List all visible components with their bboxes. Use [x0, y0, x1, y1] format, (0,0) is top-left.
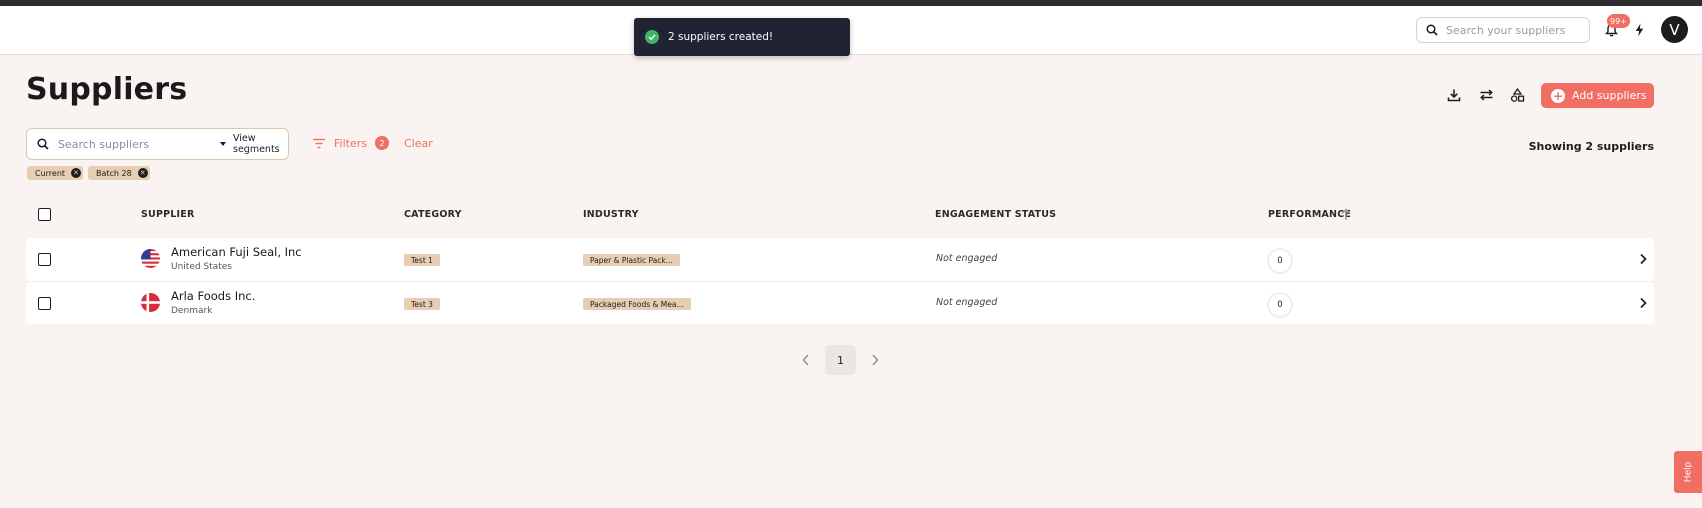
filters-button[interactable]: Filters 2	[312, 136, 389, 150]
column-header-supplier[interactable]: SUPPLIER	[141, 209, 194, 220]
category-tag: Test 3	[404, 298, 440, 310]
check-circle-icon	[645, 30, 659, 44]
us-flag-icon	[141, 249, 160, 268]
industry-tag: Packaged Foods & Mea...	[583, 298, 691, 310]
row-checkbox[interactable]	[38, 297, 51, 310]
previous-page-icon[interactable]	[798, 352, 814, 368]
lightning-icon	[1635, 23, 1643, 37]
next-page-icon[interactable]	[867, 352, 883, 368]
global-search[interactable]	[1416, 17, 1590, 43]
engagement-status: Not engaged	[936, 253, 998, 264]
swap-arrows-icon	[1479, 89, 1493, 101]
add-suppliers-label: Add suppliers	[1572, 89, 1647, 102]
performance-score: 0	[1267, 292, 1293, 318]
results-count: Showing 2 suppliers	[1528, 140, 1654, 153]
plus-circle-icon: +	[1551, 88, 1565, 103]
chevron-right-icon[interactable]	[1637, 297, 1649, 309]
select-all-checkbox[interactable]	[38, 208, 51, 221]
chip-label: Current	[35, 168, 66, 178]
close-icon[interactable]: ✕	[137, 168, 148, 178]
filter-chip-current: Current ✕	[27, 166, 84, 180]
filter-chip-batch: Batch 28 ✕	[88, 166, 150, 180]
supplier-name[interactable]: Arla Foods Inc.	[171, 289, 255, 303]
filters-count-badge: 2	[374, 136, 389, 150]
row-checkbox[interactable]	[38, 253, 51, 266]
download-icon	[1447, 89, 1461, 102]
table-row[interactable]: Arla Foods Inc. Denmark Test 3 Packaged …	[26, 281, 1654, 324]
filters-label: Filters	[334, 136, 367, 150]
column-header-engagement-status[interactable]: ENGAGEMENT STATUS	[935, 209, 1056, 220]
supplier-name[interactable]: American Fuji Seal, Inc	[171, 245, 302, 259]
supplier-search-box[interactable]: View segments	[26, 128, 289, 160]
filter-icon	[313, 138, 325, 148]
toast-message: 2 suppliers created!	[668, 31, 774, 43]
category-tag: Test 1	[404, 254, 440, 266]
global-search-input[interactable]	[1446, 23, 1586, 37]
search-icon	[1426, 24, 1438, 36]
supplier-country: United States	[171, 262, 232, 272]
column-header-industry[interactable]: INDUSTRY	[583, 209, 639, 220]
column-header-performance[interactable]: PERFORMANCE	[1268, 209, 1351, 220]
page-number-button[interactable]: 1	[825, 345, 856, 375]
search-icon	[37, 138, 49, 150]
performance-score: 0	[1267, 248, 1293, 274]
chevron-right-icon[interactable]	[1637, 253, 1649, 265]
supplier-country: Denmark	[171, 306, 213, 316]
shapes-button[interactable]	[1506, 84, 1528, 106]
success-toast: 2 suppliers created!	[634, 18, 850, 56]
column-header-category[interactable]: CATEGORY	[404, 209, 462, 220]
swap-button[interactable]	[1475, 84, 1497, 106]
help-label: Help	[1683, 461, 1693, 483]
chip-label: Batch 28	[96, 168, 132, 178]
add-suppliers-button[interactable]: + Add suppliers	[1541, 83, 1654, 108]
shapes-icon	[1510, 87, 1524, 102]
download-button[interactable]	[1443, 84, 1465, 106]
table-row[interactable]: American Fuji Seal, Inc United States Te…	[26, 238, 1654, 281]
help-tab[interactable]: Help	[1674, 451, 1702, 493]
clear-filters-link[interactable]: Clear	[404, 137, 433, 150]
page-title: Suppliers	[26, 72, 188, 107]
supplier-search-input[interactable]	[58, 137, 188, 151]
notification-badge: 99+	[1607, 14, 1630, 28]
quick-actions-button[interactable]	[1631, 20, 1647, 40]
view-segments-label: View segments	[233, 133, 280, 155]
user-avatar[interactable]: V	[1661, 16, 1688, 43]
sort-ascending-icon[interactable]	[1340, 208, 1352, 221]
caret-down-icon	[220, 142, 226, 146]
industry-tag: Paper & Plastic Pack...	[583, 254, 680, 266]
view-segments-dropdown[interactable]: View segments	[220, 129, 288, 159]
engagement-status: Not engaged	[936, 297, 998, 308]
dk-flag-icon	[141, 293, 160, 312]
close-icon[interactable]: ✕	[71, 168, 82, 178]
